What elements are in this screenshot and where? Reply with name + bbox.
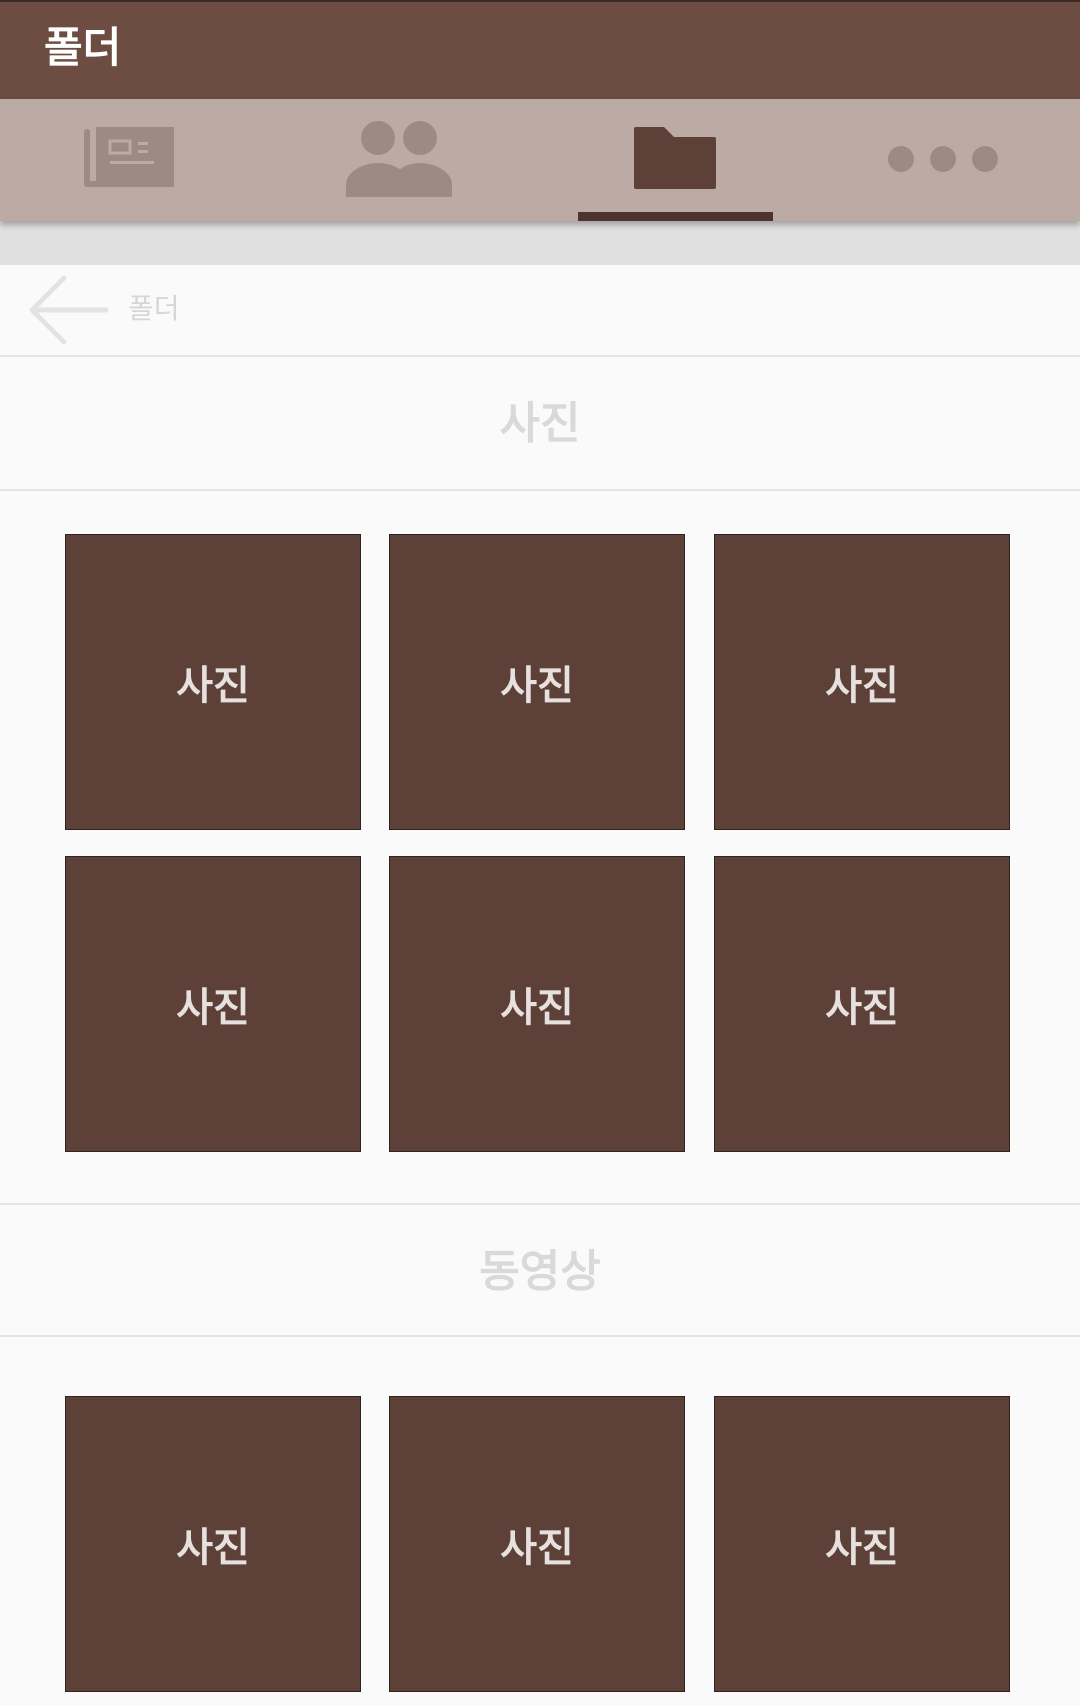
photo-tile[interactable]: 사진 — [65, 856, 361, 1152]
tile-label: 사진 — [825, 985, 899, 1031]
tile-label: 사진 — [825, 1525, 899, 1571]
section-header-photos: 사진 — [0, 357, 1080, 491]
photo-tile[interactable]: 사진 — [389, 856, 685, 1152]
video-tile[interactable]: 사진 — [714, 1396, 1010, 1692]
more-horizontal-icon — [888, 146, 998, 172]
section-title: 사진 — [499, 398, 581, 449]
tile-label: 사진 — [500, 1525, 574, 1571]
tile-label: 사진 — [825, 663, 899, 709]
spacer — [0, 221, 1080, 265]
tile-label: 사진 — [176, 985, 250, 1031]
tab-people[interactable] — [270, 99, 540, 221]
tab-more[interactable] — [810, 99, 1080, 221]
tab-news[interactable] — [0, 99, 270, 221]
photo-tile[interactable]: 사진 — [714, 534, 1010, 830]
tab-folder[interactable] — [540, 99, 810, 221]
folder-icon — [634, 127, 716, 189]
tile-label: 사진 — [176, 663, 250, 709]
tab-bar — [0, 99, 1080, 221]
photo-tile[interactable]: 사진 — [389, 534, 685, 830]
people-icon — [346, 121, 452, 197]
tile-label: 사진 — [176, 1525, 250, 1571]
tab-indicator — [578, 212, 773, 221]
tile-label: 사진 — [500, 663, 574, 709]
newspaper-icon — [84, 127, 174, 187]
arrow-left-icon — [29, 275, 109, 345]
app-title: 폴더 — [44, 23, 122, 72]
folder-nav: 폴더 — [0, 265, 1080, 357]
back-button[interactable] — [28, 275, 110, 345]
nav-label: 폴더 — [128, 292, 180, 325]
section-header-videos: 동영상 — [0, 1203, 1080, 1337]
photo-tile[interactable]: 사진 — [65, 534, 361, 830]
tile-label: 사진 — [500, 985, 574, 1031]
app-bar: 폴더 — [0, 0, 1080, 99]
video-tile[interactable]: 사진 — [389, 1396, 685, 1692]
photo-tile[interactable]: 사진 — [714, 856, 1010, 1152]
section-title: 동영상 — [479, 1246, 601, 1297]
video-tile[interactable]: 사진 — [65, 1396, 361, 1692]
